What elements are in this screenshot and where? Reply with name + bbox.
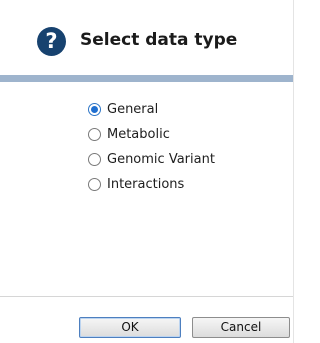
cancel-button[interactable]: Cancel [192,317,290,338]
radio-interactions[interactable] [88,177,101,191]
dialog-border [293,0,294,343]
dialog-header: ? Select data type [0,0,294,83]
dialog-title: Select data type [80,30,238,50]
radio-genomic-variant[interactable] [88,152,101,166]
select-data-type-dialog: ? Select data type General Metabolic Gen… [0,0,294,343]
option-label: Interactions [107,176,185,192]
dialog-footer: OK Cancel [0,297,294,343]
option-interactions[interactable]: Interactions [88,175,184,193]
help-icon: ? [37,27,66,56]
option-general[interactable]: General [88,100,158,118]
option-label: General [107,101,159,117]
option-label: Genomic Variant [107,151,215,167]
option-label: Metabolic [107,126,170,142]
radio-general[interactable] [88,102,101,116]
ok-button[interactable]: OK [79,317,181,338]
dialog-body: General Metabolic Genomic Variant Intera… [0,82,294,292]
option-metabolic[interactable]: Metabolic [88,125,170,143]
option-genomic-variant[interactable]: Genomic Variant [88,150,215,168]
header-divider [0,75,294,82]
radio-metabolic[interactable] [88,127,101,141]
